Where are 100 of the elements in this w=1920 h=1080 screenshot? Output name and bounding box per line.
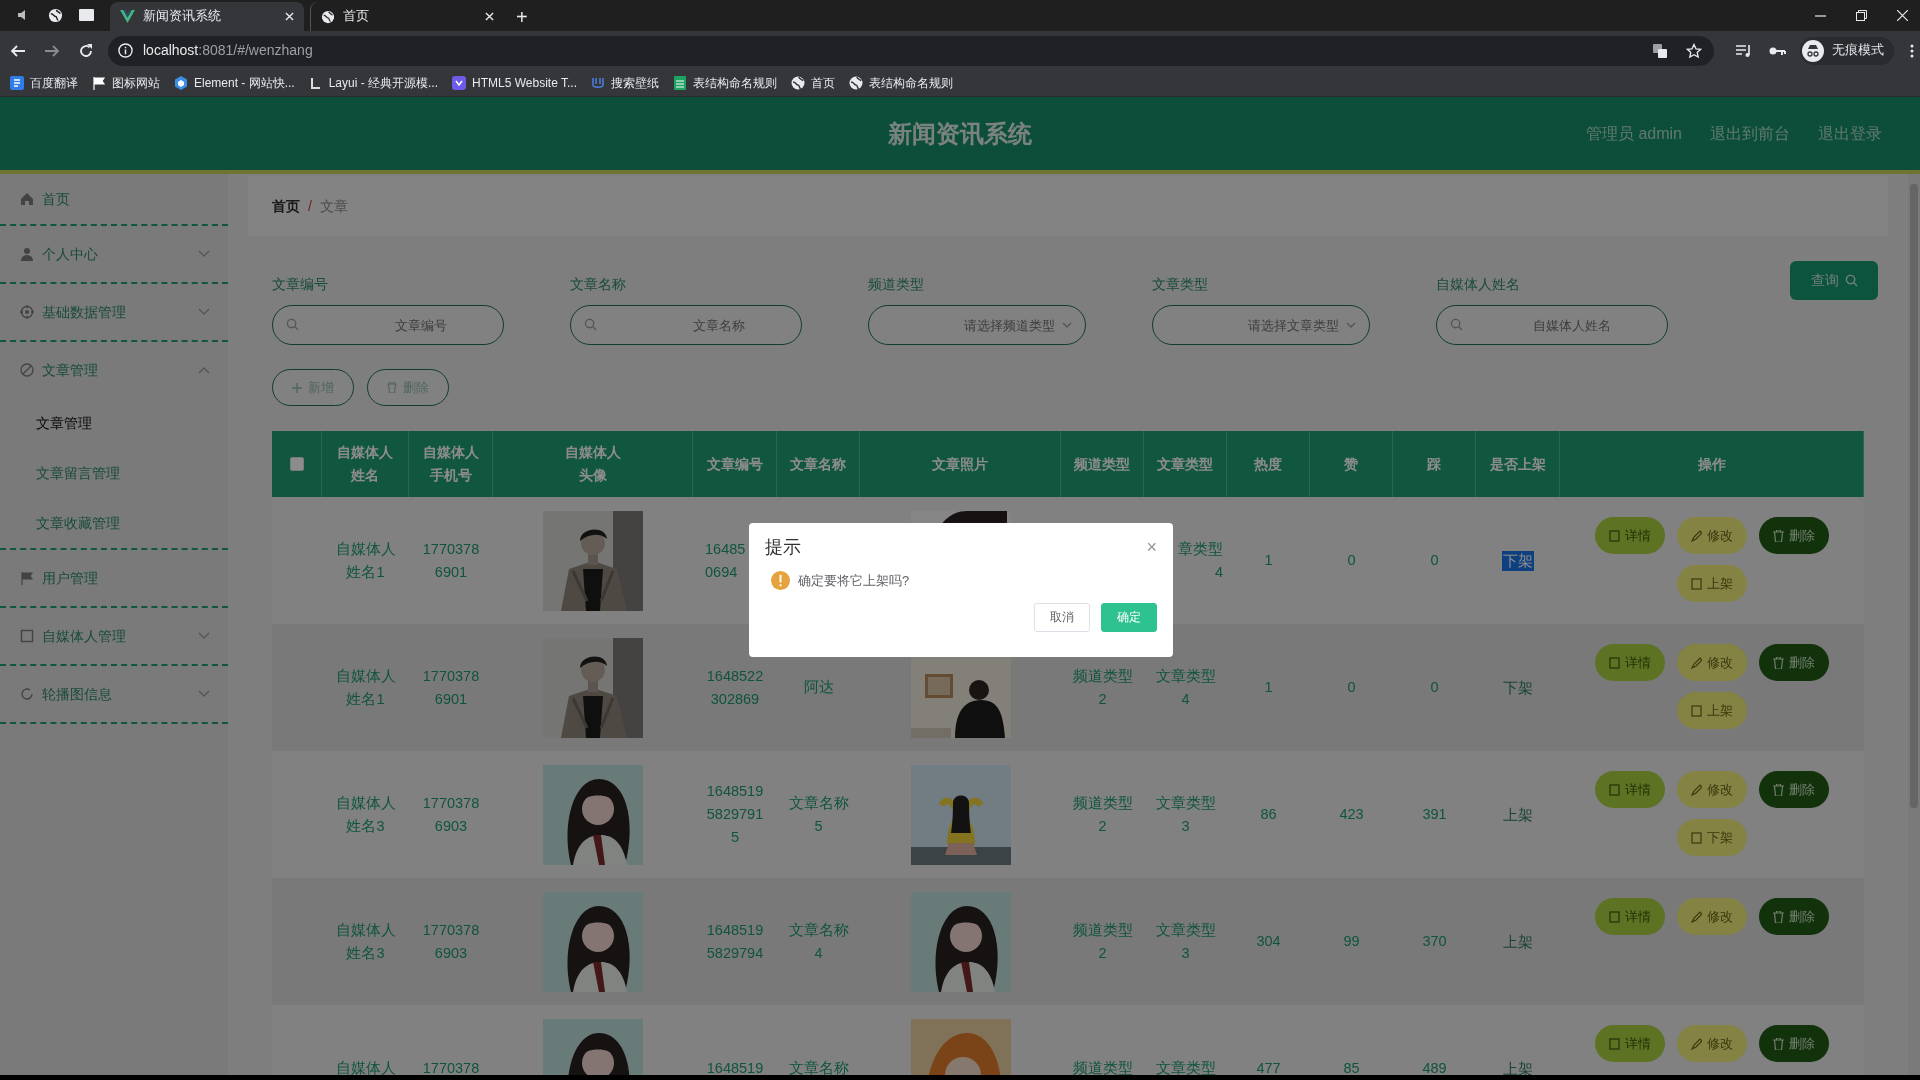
sidebar-subitem[interactable]: 文章管理: [0, 398, 228, 448]
table-cell-text: 17703786903: [421, 793, 481, 836]
table-cell-text: 164851958297915: [705, 782, 765, 847]
detail-button[interactable]: 详情: [1595, 1025, 1665, 1062]
column-header[interactable]: 自媒体人姓名: [333, 441, 397, 487]
delete-button[interactable]: 删除: [1759, 1025, 1829, 1062]
table-cell-text: 0: [1430, 678, 1439, 697]
bookmark[interactable]: Layui - 经典开源模...: [308, 74, 439, 92]
table-cell-text: 频道类型: [1072, 1059, 1133, 1075]
tab-title: 首页: [343, 8, 370, 26]
table-cell-text: 304: [1256, 932, 1281, 951]
bookmark[interactable]: HTML5 Website T...: [452, 74, 577, 92]
edit-button[interactable]: 修改: [1677, 898, 1747, 935]
search-field[interactable]: 文章名称: [570, 305, 802, 345]
table-cell-text: 17703786903: [421, 920, 481, 963]
shelf-button[interactable]: 上架: [1677, 692, 1747, 729]
sidebar-item[interactable]: 自媒体人管理: [0, 608, 228, 664]
edit-button[interactable]: 修改: [1677, 644, 1747, 681]
table-cell-text: 文章类型: [1155, 1059, 1216, 1075]
shelf-button[interactable]: 上架: [1677, 565, 1747, 602]
table-cell-text: 文章类型3: [1154, 920, 1217, 963]
detail-button[interactable]: 详情: [1595, 644, 1665, 681]
table-cell-text: 17703786901: [421, 539, 481, 582]
select-field[interactable]: 请选择文章类型: [1152, 305, 1370, 345]
table-cell-text: 自媒体人姓名3: [334, 920, 397, 963]
column-header[interactable]: 自媒体人头像: [560, 441, 625, 487]
url-text: localhost:8081/#/wenzhang: [143, 41, 313, 60]
sidebar-item[interactable]: 基础数据管理: [0, 284, 228, 340]
delete-button[interactable]: 删除: [1759, 517, 1829, 554]
bookmark[interactable]: 图标网站: [92, 74, 160, 92]
address-bar[interactable]: localhost:8081/#/wenzhang: [108, 35, 1714, 66]
table-cell-text: 0: [1347, 551, 1356, 570]
column-header[interactable]: 自媒体人手机号: [418, 441, 483, 487]
delete-button[interactable]: 删除: [1759, 771, 1829, 808]
search-field[interactable]: 自媒体人姓名: [1436, 305, 1668, 345]
column-header[interactable]: 是否上架: [1489, 452, 1546, 476]
bookmark[interactable]: 搜索壁纸: [591, 74, 659, 92]
table-cell-text: 文章名称5: [787, 793, 850, 836]
column-header[interactable]: 文章编号: [706, 452, 763, 476]
column-header[interactable]: 文章照片: [932, 452, 988, 476]
bookmark[interactable]: Element - 网站快...: [174, 74, 295, 92]
sidebar-item[interactable]: 首页: [0, 174, 228, 224]
table-cell-text: 1770378: [422, 1059, 480, 1075]
table-cell-text: 86: [1260, 805, 1277, 824]
cancel-button[interactable]: 取消: [1034, 602, 1090, 632]
sidebar-subitem[interactable]: 文章收藏管理: [0, 498, 228, 548]
table-cell-text: 文章名称: [788, 1059, 849, 1075]
column-header[interactable]: 操作: [1697, 452, 1726, 476]
browser-tab[interactable]: 新闻资讯系统: [110, 2, 304, 31]
edit-button[interactable]: 修改: [1677, 517, 1747, 554]
table-cell-text: 370: [1422, 932, 1447, 951]
table-cell-text: 频道类型2: [1071, 793, 1134, 836]
table-cell-text: 1648519: [706, 1059, 764, 1075]
table-cell-text: 477: [1256, 1059, 1281, 1075]
filter-label: 频道类型: [868, 275, 925, 294]
new-tab-button[interactable]: +: [516, 7, 528, 27]
detail-button[interactable]: 详情: [1595, 517, 1665, 554]
status-text: 下架: [1502, 678, 1534, 698]
column-header[interactable]: 热度: [1254, 452, 1282, 476]
bookmark[interactable]: 首页: [791, 74, 835, 92]
delete-button[interactable]: 删除: [1759, 898, 1829, 935]
close-button[interactable]: ×: [1146, 538, 1157, 556]
bookmark[interactable]: 表结构命名规则: [673, 74, 777, 92]
search-field[interactable]: 文章编号: [272, 305, 504, 345]
sidebar-item[interactable]: 个人中心: [0, 226, 228, 282]
header-link[interactable]: 退出登录: [1818, 121, 1882, 146]
table-cell-text: 频道类型2: [1071, 666, 1134, 709]
column-header[interactable]: 频道类型: [1074, 452, 1130, 476]
table-cell-text: 423: [1339, 805, 1364, 824]
select-field[interactable]: 请选择频道类型: [868, 305, 1086, 345]
sidebar-item[interactable]: 轮播图信息: [0, 666, 228, 722]
column-header[interactable]: 文章类型: [1157, 452, 1213, 476]
status-text: 下架: [1502, 550, 1534, 571]
column-header[interactable]: 踩: [1427, 452, 1441, 476]
confirm-button[interactable]: 确定: [1101, 602, 1157, 632]
bookmark[interactable]: 表结构命名规则: [849, 74, 953, 92]
breadcrumb-item[interactable]: 首页: [272, 195, 300, 217]
detail-button[interactable]: 详情: [1595, 771, 1665, 808]
header-link[interactable]: 退出到前台: [1710, 121, 1790, 146]
delete-button[interactable]: 删除: [1759, 644, 1829, 681]
bookmark[interactable]: 百度翻译: [10, 74, 78, 92]
column-header[interactable]: 赞: [1344, 452, 1358, 476]
column-header[interactable]: 文章名称: [790, 452, 846, 476]
edit-button[interactable]: 修改: [1677, 771, 1747, 808]
detail-button[interactable]: 详情: [1595, 898, 1665, 935]
table-cell-text: 自媒体人姓名1: [334, 666, 397, 709]
user-label: 管理员 admin: [1585, 123, 1682, 144]
table-cell-text: 16485 0694: [705, 539, 747, 582]
shelf-button[interactable]: 下架: [1677, 819, 1747, 856]
table-cell-text: 85: [1343, 1059, 1360, 1075]
sidebar-subitem[interactable]: 文章留言管理: [0, 448, 228, 498]
filter-label: 文章名称: [570, 275, 627, 294]
edit-button[interactable]: 修改: [1677, 1025, 1747, 1062]
sidebar-item[interactable]: 文章管理: [0, 342, 228, 398]
search-button[interactable]: 查询: [1790, 261, 1878, 300]
sidebar-item[interactable]: 用户管理: [0, 550, 228, 606]
table-cell-text: 489: [1422, 1059, 1447, 1075]
profile-button[interactable]: 无痕模式: [1800, 36, 1894, 65]
dialog-message: 确定要将它上架吗?: [798, 572, 910, 590]
table-cell-text: 391: [1422, 805, 1447, 824]
